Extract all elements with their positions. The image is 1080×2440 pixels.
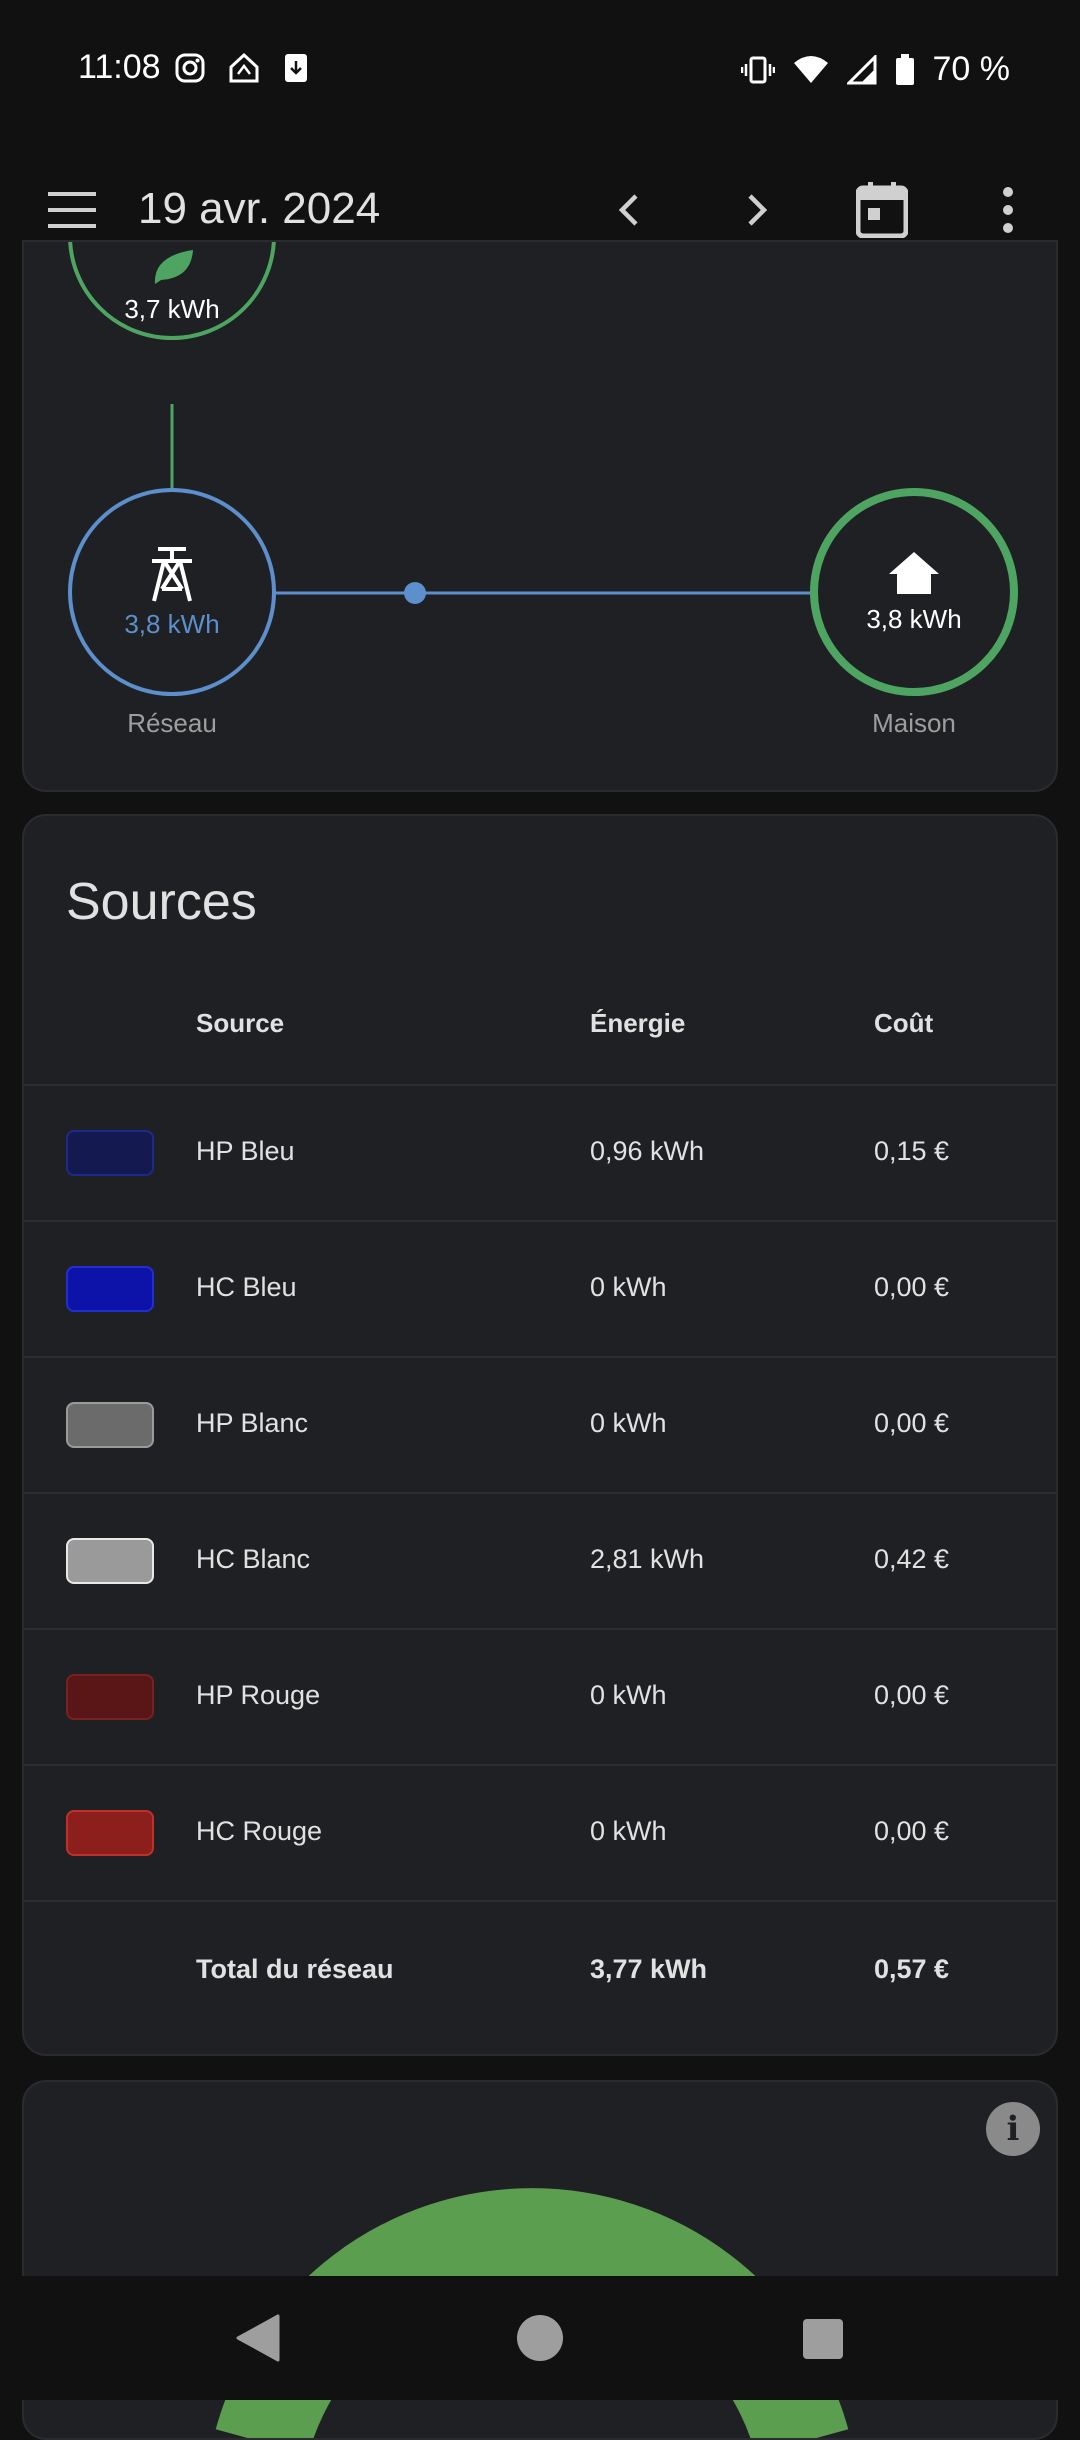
more-vert-icon (1003, 187, 1013, 233)
source-name: HP Blanc (196, 1408, 309, 1438)
home-value: 3,8 kWh (866, 603, 962, 634)
instagram-icon (175, 53, 205, 83)
source-color-swatch (66, 1538, 154, 1584)
table-row: HC Bleu 0 kWh 0,00 € (24, 1220, 1056, 1356)
signal-icon (846, 54, 876, 84)
source-name: HP Rouge (196, 1680, 321, 1710)
source-cost: 0,00 € (874, 1408, 950, 1438)
download-icon (285, 54, 307, 82)
total-energy: 3,77 kWh (590, 1954, 708, 1984)
source-cost: 0,15 € (874, 1136, 950, 1166)
battery-percentage: 70 % (932, 50, 1011, 88)
calendar-button[interactable] (852, 180, 912, 240)
source-color-swatch (66, 1674, 154, 1720)
source-cost: 0,00 € (874, 1816, 950, 1846)
source-color-swatch (66, 1810, 154, 1856)
table-row: HP Rouge 0 kWh 0,00 € (24, 1628, 1056, 1764)
source-name: HP Bleu (196, 1136, 295, 1166)
total-row: Total du réseau 3,77 kWh 0,57 € (24, 1900, 1056, 2036)
navigation-bar (0, 2276, 1080, 2400)
table-row: HP Blanc 0 kWh 0,00 € (24, 1356, 1056, 1492)
total-label: Total du réseau (196, 1954, 394, 1984)
status-bar: 11:08 70 % (0, 0, 1080, 138)
home-assistant-icon (229, 52, 259, 83)
table-row: HC Blanc 2,81 kWh 0,42 € (24, 1492, 1056, 1628)
source-cost: 0,00 € (874, 1272, 950, 1302)
source-color-swatch (66, 1402, 154, 1448)
wifi-icon (793, 55, 828, 83)
source-cost: 0,00 € (874, 1680, 950, 1710)
source-energy: 0 kWh (590, 1272, 667, 1302)
source-name: HC Bleu (196, 1272, 297, 1302)
vibrate-icon (740, 56, 775, 83)
sources-title: Sources (66, 873, 257, 931)
source-color-swatch (66, 1130, 154, 1176)
previous-day-button[interactable] (600, 180, 660, 240)
chevron-right-icon (748, 194, 768, 226)
home-circle[interactable]: 3,8 kWh (810, 488, 1018, 696)
source-energy: 2,81 kWh (590, 1544, 705, 1574)
menu-icon[interactable] (48, 188, 98, 232)
transmission-tower-icon (152, 546, 192, 601)
grid-circle[interactable]: 3,8 kWh (68, 488, 276, 696)
home-nav-icon[interactable] (516, 2314, 564, 2362)
solar-value: 3,7 kWh (124, 293, 220, 324)
source-energy: 0 kWh (590, 1408, 667, 1438)
more-options-button[interactable] (978, 180, 1038, 240)
date-title: 19 avr. 2024 (138, 184, 381, 233)
source-name: HC Rouge (196, 1816, 323, 1846)
status-time: 11:08 (78, 48, 161, 86)
source-name: HC Blanc (196, 1544, 311, 1574)
calendar-icon (856, 182, 908, 238)
back-icon[interactable] (234, 2314, 280, 2362)
source-cost: 0,42 € (874, 1544, 950, 1574)
total-cost: 0,57 € (874, 1954, 950, 1984)
status-icons-left (174, 52, 310, 84)
header-cost: Coût (874, 1008, 934, 1038)
source-energy: 0 kWh (590, 1816, 667, 1846)
sources-card: Sources Source Énergie Coût Total du rés… (22, 814, 1058, 2056)
status-icons-right: 70 % (740, 50, 1011, 89)
header-energy: Énergie (590, 1008, 686, 1038)
source-energy: 0,96 kWh (590, 1136, 705, 1166)
battery-icon (895, 53, 914, 85)
home-label: Maison (872, 708, 956, 738)
header-source: Source (196, 1008, 285, 1038)
energy-flow-card: 3,7 kWh 3,8 kWh Réseau 3,8 kWh Maison (22, 240, 1058, 792)
grid-label: Réseau (127, 708, 217, 738)
grid-value: 3,8 kWh (124, 608, 220, 639)
leaf-icon (154, 249, 193, 284)
home-icon (889, 551, 939, 594)
recents-icon[interactable] (802, 2318, 844, 2360)
table-row: HC Rouge 0 kWh 0,00 € (24, 1764, 1056, 1900)
source-color-swatch (66, 1266, 154, 1312)
next-day-button[interactable] (726, 180, 786, 240)
table-row: HP Bleu 0,96 kWh 0,15 € (24, 1084, 1056, 1220)
source-energy: 0 kWh (590, 1680, 667, 1710)
chevron-left-icon (618, 194, 638, 226)
